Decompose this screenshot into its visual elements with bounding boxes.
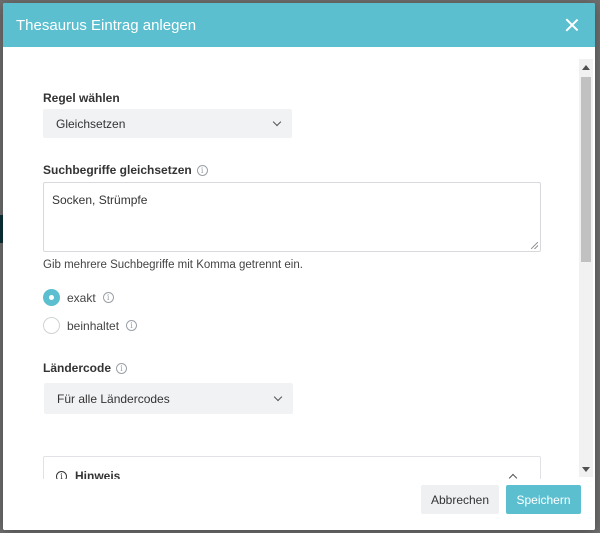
search-terms-value: Socken, Strümpfe: [52, 193, 148, 207]
resize-handle-icon[interactable]: [531, 242, 538, 249]
dialog-scrollbar[interactable]: [579, 59, 593, 477]
rule-selected-value: Gleichsetzen: [56, 116, 126, 131]
dialog-header: Thesaurus Eintrag anlegen: [3, 3, 595, 47]
chevron-down-icon: [272, 117, 282, 126]
thesaurus-dialog: Thesaurus Eintrag anlegen Regel wählen G…: [3, 3, 595, 530]
info-icon[interactable]: i: [102, 292, 114, 303]
dialog-title: Thesaurus Eintrag anlegen: [16, 16, 197, 34]
country-code-select[interactable]: Für alle Ländercodes: [44, 383, 293, 414]
radio-checked-icon[interactable]: [43, 289, 60, 306]
cancel-button[interactable]: Abbrechen: [421, 485, 499, 514]
rule-label: Regel wählen: [43, 91, 120, 105]
radio-exakt[interactable]: exakt i: [43, 289, 114, 306]
info-icon[interactable]: i: [116, 362, 128, 374]
search-terms-label: Suchbegriffe gleichsetzen i: [43, 163, 208, 177]
search-terms-textarea[interactable]: Socken, Strümpfe: [43, 182, 541, 252]
search-terms-helper: Gib mehrere Suchbegriffe mit Komma getre…: [43, 259, 303, 271]
scroll-up-icon[interactable]: [582, 65, 590, 70]
save-button[interactable]: Speichern: [506, 485, 581, 514]
dialog-footer: Abbrechen Speichern: [3, 479, 595, 530]
search-terms-label-text: Suchbegriffe gleichsetzen: [43, 163, 192, 177]
close-icon[interactable]: [563, 16, 581, 34]
rule-select[interactable]: Gleichsetzen: [43, 109, 292, 138]
scroll-down-icon[interactable]: [582, 467, 590, 472]
dialog-body: Regel wählen Gleichsetzen Suchbegriffe g…: [3, 47, 595, 479]
radio-exakt-label: exakt: [67, 290, 96, 305]
radio-beinhaltet-label: beinhaltet: [67, 318, 120, 333]
hint-panel[interactable]: i Hinweis: [43, 456, 541, 479]
chevron-down-icon: [273, 392, 283, 401]
info-icon: i: [56, 470, 67, 479]
scroll-thumb[interactable]: [581, 77, 591, 262]
radio-beinhaltet[interactable]: beinhaltet i: [43, 317, 138, 334]
country-code-label: Ländercode i: [43, 361, 128, 375]
country-code-selected-value: Für alle Ländercodes: [57, 391, 170, 406]
info-icon[interactable]: i: [196, 164, 208, 176]
info-icon[interactable]: i: [126, 320, 138, 331]
hint-title-text: Hinweis: [75, 469, 121, 479]
country-code-label-text: Ländercode: [43, 361, 112, 375]
rule-label-text: Regel wählen: [43, 91, 120, 105]
radio-unchecked-icon[interactable]: [43, 317, 60, 334]
hint-title: i Hinweis: [56, 469, 120, 479]
